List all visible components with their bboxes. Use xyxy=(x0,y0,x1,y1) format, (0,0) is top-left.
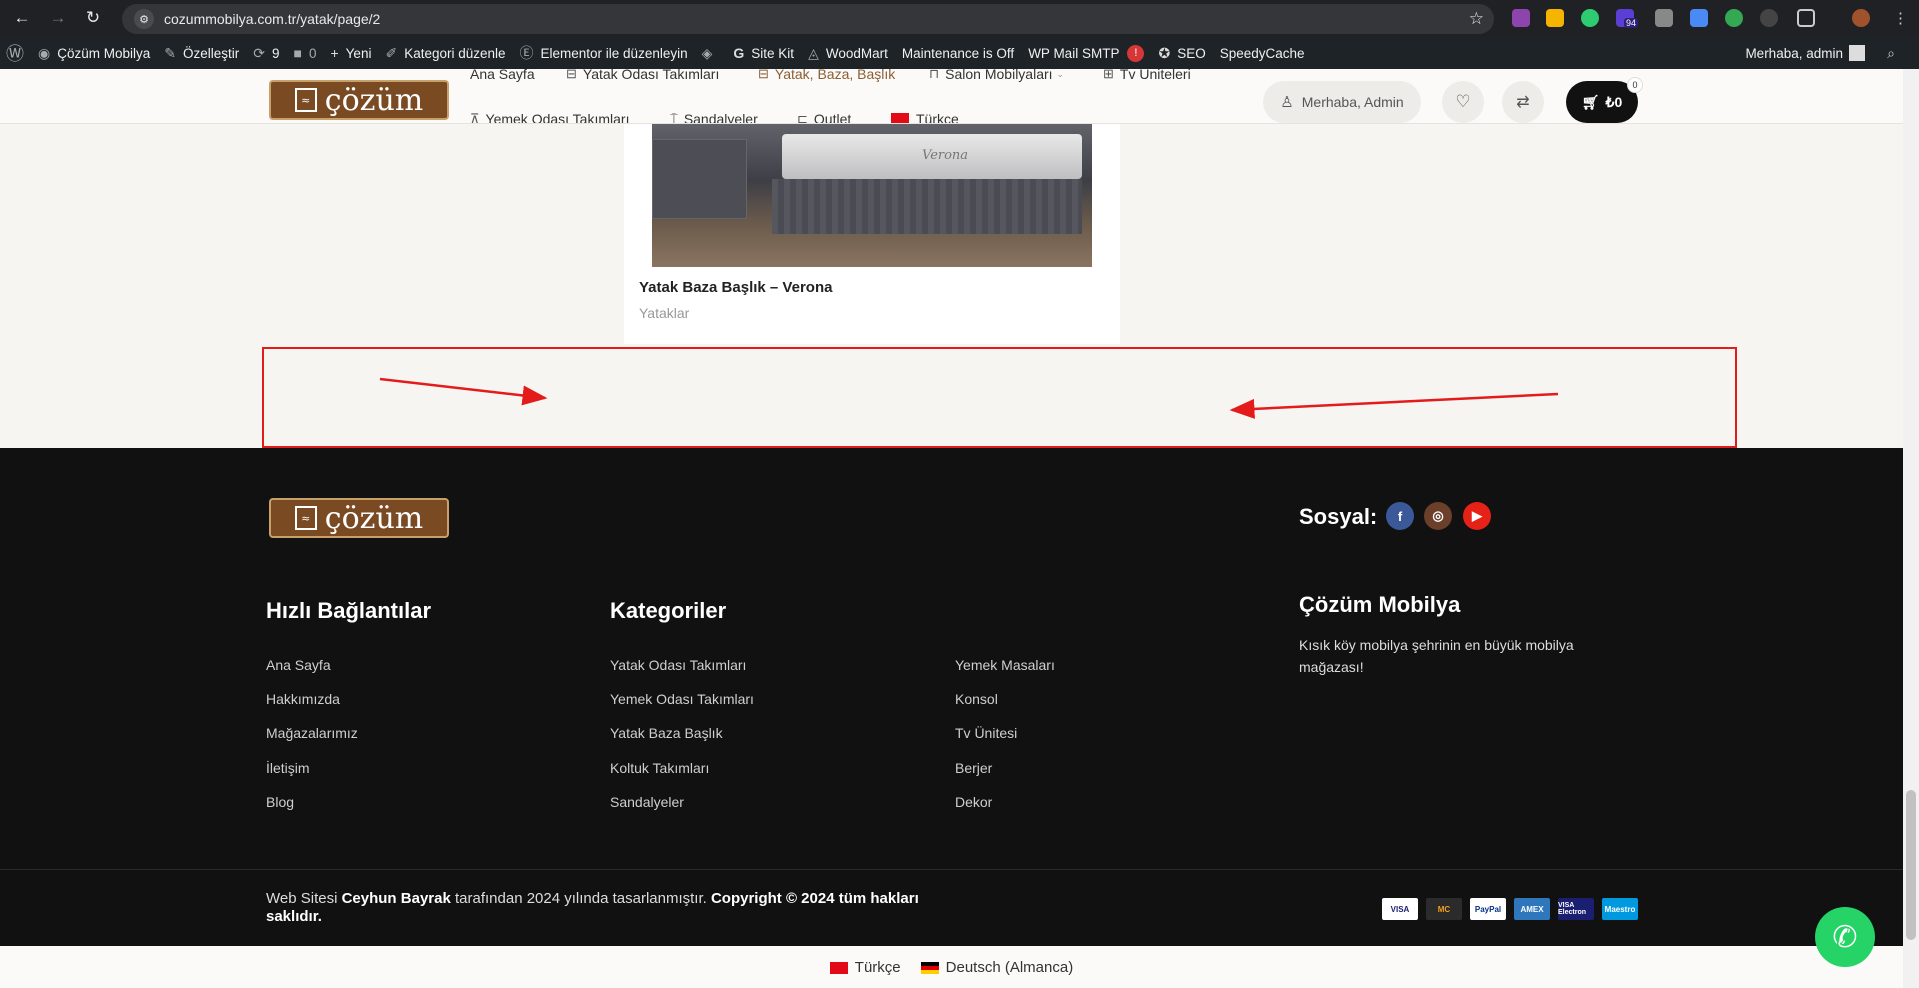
quick-link[interactable]: Blog xyxy=(266,794,294,810)
whatsapp-icon: ✆ xyxy=(1832,920,1858,954)
annotation-arrow-left xyxy=(379,377,548,406)
category-link[interactable]: Yatak Baza Başlık xyxy=(610,725,723,741)
mastercard-icon: MC xyxy=(1426,898,1462,920)
maestro-icon: Maestro xyxy=(1602,898,1638,920)
footer-logo-text: çözüm xyxy=(324,500,424,536)
quick-link[interactable]: Mağazalarımız xyxy=(266,725,358,741)
turkey-flag-icon xyxy=(829,961,848,974)
category-link[interactable]: Konsol xyxy=(955,691,998,707)
logo-mark-icon: ≈ xyxy=(294,506,317,530)
footer-logo[interactable]: ≈ çözüm xyxy=(269,498,449,538)
visa-electron-icon: VISA Electron xyxy=(1558,898,1594,920)
quick-links-title: Hızlı Bağlantılar xyxy=(266,598,432,623)
copyright-author: Ceyhun Bayrak xyxy=(341,890,451,907)
category-link[interactable]: Sandalyeler xyxy=(610,794,684,810)
copyright-middle: tarafından 2024 yılında tasarlanmıştır. xyxy=(450,890,711,907)
quick-link[interactable]: Ana Sayfa xyxy=(266,657,331,673)
scrollbar-thumb[interactable] xyxy=(1906,790,1916,940)
copyright-prefix: Web Sitesi xyxy=(266,890,342,907)
visa-icon: VISA xyxy=(1382,898,1418,920)
category-link[interactable]: Berjer xyxy=(955,760,992,776)
category-link[interactable]: Koltuk Takımları xyxy=(610,760,709,776)
facebook-icon[interactable]: f xyxy=(1386,502,1414,530)
lang-german[interactable]: Deutsch (Almanca) xyxy=(920,958,1074,976)
paypal-icon: PayPal xyxy=(1470,898,1506,920)
category-link[interactable]: Yemek Odası Takımları xyxy=(610,691,754,707)
quick-link[interactable]: İletişim xyxy=(266,760,310,776)
about-text: Kısık köy mobilya şehrinin en büyük mobi… xyxy=(1299,637,1574,675)
copyright-text: Web Sitesi Ceyhun Bayrak tarafından 2024… xyxy=(266,890,936,926)
lang-german-label: Deutsch (Almanca) xyxy=(945,958,1074,976)
amex-icon: AMEX xyxy=(1514,898,1550,920)
category-link[interactable]: Yemek Masaları xyxy=(955,657,1055,673)
category-link[interactable]: Tv Ünitesi xyxy=(955,725,1017,741)
youtube-icon[interactable]: ▶ xyxy=(1463,502,1491,530)
whatsapp-button[interactable]: ✆ xyxy=(1815,907,1875,967)
about-title: Çözüm Mobilya xyxy=(1299,592,1461,617)
lang-turkish[interactable]: Türkçe xyxy=(829,958,901,976)
categories-title: Kategoriler xyxy=(610,598,727,623)
lang-turkish-label: Türkçe xyxy=(854,958,901,976)
footer-divider xyxy=(0,869,1903,870)
category-link[interactable]: Dekor xyxy=(955,794,992,810)
annotation-arrow-right xyxy=(1229,392,1559,419)
instagram-icon[interactable]: ◎ xyxy=(1424,502,1452,530)
language-switcher: Türkçe Deutsch (Almanca) xyxy=(0,946,1903,988)
social-label: Sosyal: xyxy=(1299,504,1378,529)
germany-flag-icon xyxy=(920,961,939,974)
quick-link[interactable]: Hakkımızda xyxy=(266,691,340,707)
category-link[interactable]: Yatak Odası Takımları xyxy=(610,657,746,673)
